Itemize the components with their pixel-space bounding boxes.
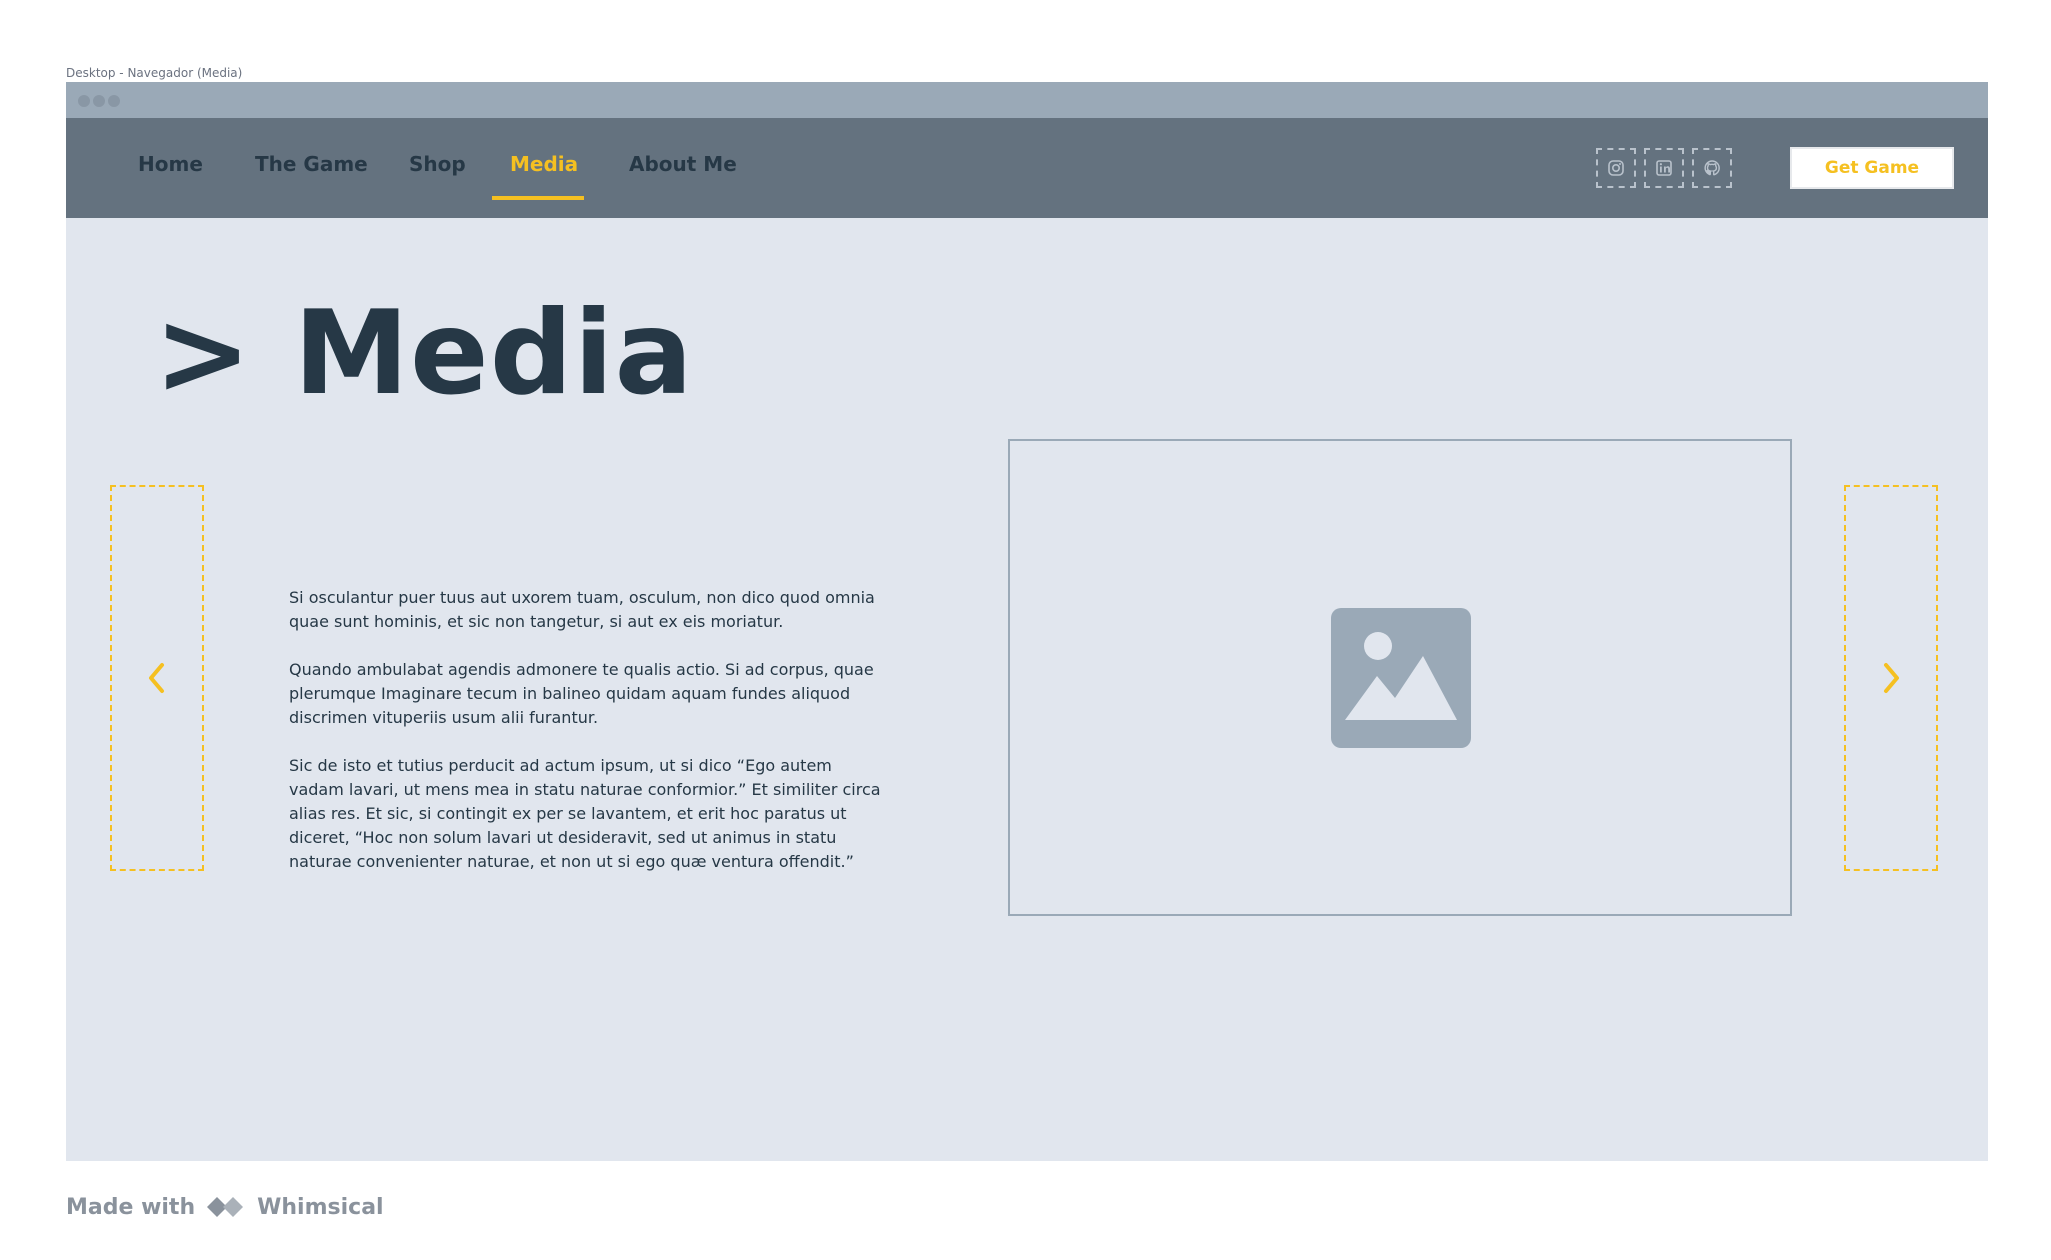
- made-with-label: Made with: [66, 1194, 196, 1220]
- frame-label: Desktop - Navegador (Media): [66, 66, 243, 80]
- nav-active-indicator: [492, 196, 584, 200]
- chevron-right-icon: [1884, 663, 1899, 693]
- browser-window: Home The Game Shop Media About Me Get Ga…: [66, 82, 1988, 1161]
- nav-item-media[interactable]: Media: [510, 118, 578, 218]
- github-icon[interactable]: [1692, 148, 1732, 188]
- nav-item-the-game[interactable]: The Game: [255, 118, 368, 218]
- linkedin-icon[interactable]: [1644, 148, 1684, 188]
- media-image-frame: [1008, 439, 1792, 916]
- nav-item-shop[interactable]: Shop: [409, 118, 466, 218]
- window-dot: [93, 95, 105, 107]
- nav-item-home[interactable]: Home: [138, 118, 203, 218]
- media-description: Si osculantur puer tuus aut uxorem tuam,…: [289, 586, 889, 898]
- carousel-next-button[interactable]: [1844, 485, 1938, 871]
- top-navigation: Home The Game Shop Media About Me Get Ga…: [66, 118, 1988, 218]
- whimsical-logo-icon: [207, 1197, 244, 1217]
- window-titlebar: [66, 82, 1988, 118]
- window-dot: [78, 95, 90, 107]
- paragraph: Quando ambulabat agendis admonere te qua…: [289, 660, 874, 727]
- paragraph: Si osculantur puer tuus aut uxorem tuam,…: [289, 588, 875, 631]
- chevron-left-icon: [149, 663, 164, 693]
- paragraph: Sic de isto et tutius perducit ad actum …: [289, 756, 881, 871]
- instagram-icon[interactable]: [1596, 148, 1636, 188]
- carousel-prev-button[interactable]: [110, 485, 204, 871]
- whimsical-brand-label: Whimsical: [257, 1194, 384, 1220]
- image-placeholder-icon: [1331, 608, 1471, 748]
- window-dot: [108, 95, 120, 107]
- get-game-button[interactable]: Get Game: [1790, 147, 1954, 189]
- page-title: > Media: [154, 286, 694, 421]
- nav-item-about-me[interactable]: About Me: [629, 118, 737, 218]
- made-with-whimsical[interactable]: Made with Whimsical: [66, 1190, 384, 1224]
